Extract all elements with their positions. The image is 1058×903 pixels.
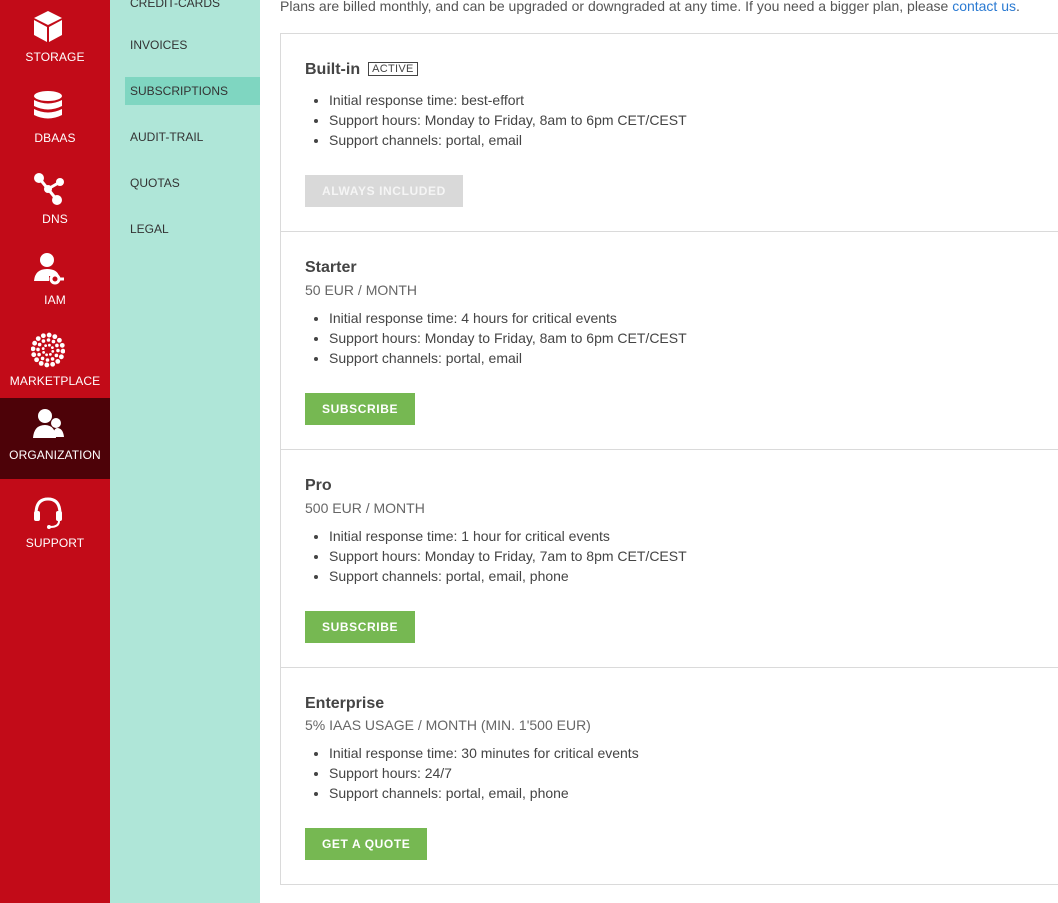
nav-item-organization[interactable]: ORGANIZATION	[0, 398, 110, 479]
organization-users-icon	[33, 409, 64, 438]
nav-item-label: SUPPORT	[25, 536, 85, 550]
user-key-icon	[34, 253, 64, 285]
headset-icon	[34, 497, 62, 529]
plan-features: Initial response time: best-effort Suppo…	[329, 90, 687, 150]
nav-item-dbaas[interactable]: DBAAS	[0, 81, 110, 162]
subnav-item-legal[interactable]: LEGAL	[125, 215, 260, 243]
billing-intro-tail: .	[1016, 0, 1020, 14]
subscribe-pro-button[interactable]: SUBSCRIBE	[305, 611, 416, 643]
cube-icon	[34, 11, 62, 42]
nav-item-storage[interactable]: STORAGE	[0, 0, 110, 81]
plan-name-text: Built-in	[305, 61, 361, 78]
subnav-item-quotas[interactable]: QUOTAS	[125, 169, 260, 197]
nav-item-dns[interactable]: DNS	[0, 162, 110, 243]
plan-price: 500 EUR / MONTH	[305, 500, 425, 516]
billing-intro-text: Plans are billed monthly, and can be upg…	[280, 0, 1058, 14]
plan-feature: Support channels: portal, email, phone	[329, 783, 639, 803]
plan-feature: Support hours: Monday to Friday, 8am to …	[329, 328, 687, 348]
main-nav-rail: STORAGE DBAAS DNS IAM MARKETPLACE ORGANI…	[0, 0, 110, 903]
active-badge: ACTIVE	[368, 62, 418, 76]
plan-name: Starter	[305, 259, 357, 276]
plan-features: Initial response time: 1 hour for critic…	[329, 526, 687, 586]
nav-item-label: DNS	[42, 212, 68, 226]
marketplace-dots-icon	[31, 332, 65, 368]
subnav-item-credit-cards[interactable]: CREDIT-CARDS	[125, 0, 260, 17]
nav-item-label: DBAAS	[34, 131, 76, 145]
billing-intro-body: Plans are billed monthly, and can be upg…	[280, 0, 953, 14]
plan-feature: Initial response time: 30 minutes for cr…	[329, 743, 639, 763]
plan-feature: Support channels: portal, email	[329, 130, 687, 150]
plan-feature: Support hours: Monday to Friday, 7am to …	[329, 546, 687, 566]
plan-card-enterprise: Enterprise 5% IAAS USAGE / MONTH (MIN. 1…	[281, 668, 1058, 884]
plan-name: Built-in ACTIVE	[305, 61, 418, 79]
subnav-item-subscriptions[interactable]: SUBSCRIPTIONS	[125, 77, 260, 105]
subnav-item-invoices[interactable]: INVOICES	[125, 31, 260, 59]
plan-features: Initial response time: 30 minutes for cr…	[329, 743, 639, 803]
plan-feature: Initial response time: best-effort	[329, 90, 687, 110]
plan-card-pro: Pro 500 EUR / MONTH Initial response tim…	[281, 450, 1058, 668]
organization-subnav: CREDIT-CARDS INVOICES SUBSCRIPTIONS AUDI…	[110, 0, 260, 903]
plan-feature: Support hours: 24/7	[329, 763, 639, 783]
plan-feature: Support channels: portal, email, phone	[329, 566, 687, 586]
nav-item-label: MARKETPLACE	[9, 374, 101, 388]
plan-name: Enterprise	[305, 695, 385, 712]
nav-item-label: IAM	[44, 293, 66, 307]
plan-feature: Support hours: Monday to Friday, 8am to …	[329, 110, 687, 130]
nav-item-support[interactable]: SUPPORT	[0, 486, 110, 567]
nav-item-iam[interactable]: IAM	[0, 243, 110, 324]
network-nodes-icon	[34, 173, 64, 205]
nav-item-label: STORAGE	[25, 50, 85, 64]
plan-card-starter: Starter 50 EUR / MONTH Initial response …	[281, 232, 1058, 450]
plans-panel: Built-in ACTIVE Initial response time: be…	[280, 33, 1058, 885]
nav-item-marketplace[interactable]: MARKETPLACE	[0, 324, 110, 405]
get-a-quote-button[interactable]: GET A QUOTE	[305, 828, 428, 860]
plan-features: Initial response time: 4 hours for criti…	[329, 308, 687, 368]
plan-feature: Initial response time: 4 hours for criti…	[329, 308, 687, 328]
database-icon	[34, 91, 62, 119]
subscriptions-main: Plans are billed monthly, and can be upg…	[280, 0, 1058, 903]
subscribe-starter-button[interactable]: SUBSCRIBE	[305, 393, 416, 425]
contact-us-link[interactable]: contact us	[952, 0, 1016, 14]
plan-price: 5% IAAS USAGE / MONTH (MIN. 1'500 EUR)	[305, 717, 591, 733]
plan-price: 50 EUR / MONTH	[305, 282, 418, 298]
plan-name: Pro	[305, 477, 332, 494]
plan-feature: Initial response time: 1 hour for critic…	[329, 526, 687, 546]
plan-feature: Support channels: portal, email	[329, 348, 687, 368]
plan-card-built-in: Built-in ACTIVE Initial response time: be…	[281, 34, 1058, 232]
nav-item-label: ORGANIZATION	[9, 448, 101, 462]
always-included-button: ALWAYS INCLUDED	[305, 175, 463, 207]
subnav-item-audit-trail[interactable]: AUDIT-TRAIL	[125, 123, 260, 151]
